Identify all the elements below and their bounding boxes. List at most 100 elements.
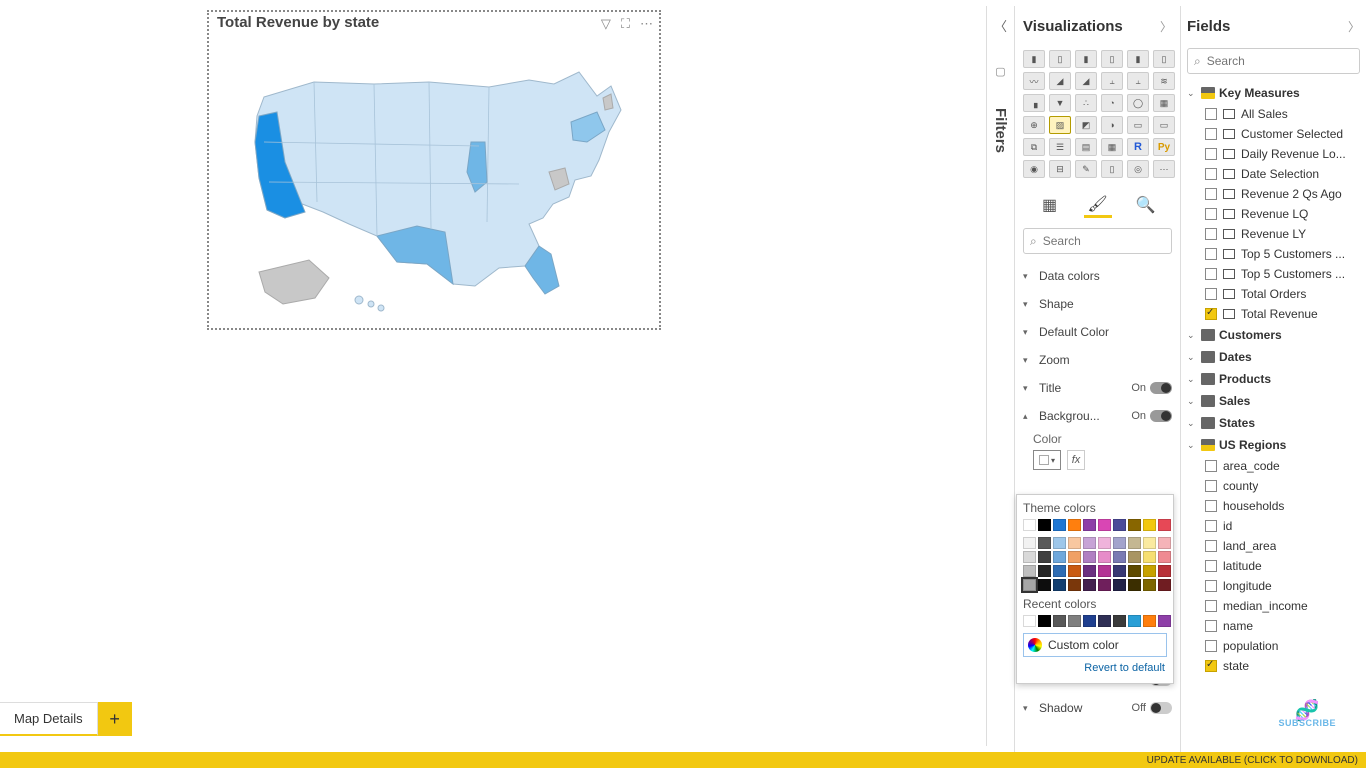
color-swatch[interactable] <box>1143 579 1156 591</box>
format-search[interactable]: ⌕ <box>1023 228 1172 254</box>
custom-color-button[interactable]: Custom color <box>1023 633 1167 657</box>
recent-color-swatch[interactable] <box>1053 615 1066 627</box>
color-swatch[interactable] <box>1143 551 1156 563</box>
section-shadow[interactable]: ▾Shadow Off <box>1023 694 1172 722</box>
fields-well-tab[interactable]: ▦ <box>1036 192 1064 218</box>
color-swatch[interactable] <box>1053 551 1066 563</box>
field-row[interactable]: area_code <box>1187 456 1360 476</box>
color-swatch[interactable] <box>1068 565 1081 577</box>
viz-line[interactable]: 〰 <box>1023 72 1045 90</box>
section-background[interactable]: ▴Backgrou... On <box>1023 402 1172 430</box>
viz-stacked-column[interactable]: ▮ <box>1075 50 1097 68</box>
section-zoom[interactable]: ▾Zoom <box>1023 346 1172 374</box>
section-data-colors[interactable]: ▾Data colors <box>1023 262 1172 290</box>
color-swatch[interactable] <box>1143 519 1156 531</box>
color-swatch[interactable] <box>1098 537 1111 549</box>
section-title[interactable]: ▾Title On <box>1023 374 1172 402</box>
recent-color-swatch[interactable] <box>1068 615 1081 627</box>
viz-stacked-bar[interactable]: ▮ <box>1023 50 1045 68</box>
color-swatch[interactable] <box>1113 519 1126 531</box>
table-row[interactable]: ⌄Sales <box>1187 390 1360 412</box>
field-checkbox[interactable] <box>1205 640 1217 652</box>
viz-clustered-bar[interactable]: ▯ <box>1049 50 1071 68</box>
fields-search-input[interactable] <box>1207 54 1362 68</box>
field-checkbox[interactable] <box>1205 560 1217 572</box>
field-row[interactable]: county <box>1187 476 1360 496</box>
color-swatch[interactable] <box>1098 519 1111 531</box>
viz-filled-map[interactable]: ▨ <box>1049 116 1071 134</box>
field-checkbox[interactable] <box>1205 580 1217 592</box>
viz-key-influencers[interactable]: ◉ <box>1023 160 1045 178</box>
viz-qna[interactable]: ✎ <box>1075 160 1097 178</box>
color-swatch[interactable] <box>1068 579 1081 591</box>
field-checkbox[interactable] <box>1205 540 1217 552</box>
format-search-input[interactable] <box>1043 234 1180 248</box>
viz-treemap[interactable]: ▦ <box>1153 94 1175 112</box>
viz-slicer[interactable]: ☰ <box>1049 138 1071 156</box>
color-swatch[interactable] <box>1113 579 1126 591</box>
color-swatch[interactable] <box>1128 519 1141 531</box>
recent-color-swatch[interactable] <box>1023 615 1036 627</box>
color-swatch[interactable] <box>1128 565 1141 577</box>
field-row[interactable]: land_area <box>1187 536 1360 556</box>
status-bar[interactable]: UPDATE AVAILABLE (CLICK TO DOWNLOAD) <box>0 752 1366 768</box>
background-toggle[interactable] <box>1150 410 1172 422</box>
viz-line-column[interactable]: ⫠ <box>1101 72 1123 90</box>
color-swatch[interactable] <box>1143 565 1156 577</box>
field-checkbox[interactable] <box>1205 128 1217 140</box>
recent-color-swatch[interactable] <box>1128 615 1141 627</box>
color-swatch[interactable] <box>1128 537 1141 549</box>
color-swatch[interactable] <box>1098 579 1111 591</box>
field-checkbox[interactable] <box>1205 308 1217 320</box>
viz-matrix[interactable]: ▦ <box>1101 138 1123 156</box>
viz-clustered-column[interactable]: ▯ <box>1101 50 1123 68</box>
field-checkbox[interactable] <box>1205 108 1217 120</box>
focus-mode-icon[interactable]: ⛶ <box>621 16 630 32</box>
add-page-button[interactable]: + <box>98 702 132 736</box>
viz-table[interactable]: ▤ <box>1075 138 1097 156</box>
color-swatch[interactable] <box>1083 565 1096 577</box>
recent-color-swatch[interactable] <box>1113 615 1126 627</box>
viz-100-column[interactable]: ▯ <box>1153 50 1175 68</box>
field-row[interactable]: name <box>1187 616 1360 636</box>
field-row[interactable]: median_income <box>1187 596 1360 616</box>
viz-donut[interactable]: ◯ <box>1127 94 1149 112</box>
filters-label[interactable]: Filters <box>992 108 1009 153</box>
table-row[interactable]: ⌄Customers <box>1187 324 1360 346</box>
viz-stacked-area[interactable]: ◢ <box>1075 72 1097 90</box>
color-swatch[interactable] <box>1023 579 1036 591</box>
expand-filters-icon[interactable]: 〈 <box>994 16 1007 35</box>
collapse-fields-icon[interactable]: 〉 <box>1348 18 1360 35</box>
viz-ribbon[interactable]: ≋ <box>1153 72 1175 90</box>
filter-icon[interactable]: ▽ <box>601 16 611 32</box>
viz-arcgis[interactable]: ◎ <box>1127 160 1149 178</box>
color-swatch[interactable] <box>1038 565 1051 577</box>
color-swatch[interactable] <box>1113 551 1126 563</box>
field-checkbox[interactable] <box>1205 188 1217 200</box>
viz-line-clustered[interactable]: ⫠ <box>1127 72 1149 90</box>
color-swatch[interactable] <box>1068 537 1081 549</box>
title-toggle[interactable] <box>1150 382 1172 394</box>
viz-scatter[interactable]: ∴ <box>1075 94 1097 112</box>
color-swatch[interactable] <box>1128 579 1141 591</box>
field-row[interactable]: Total Revenue <box>1187 304 1360 324</box>
field-row[interactable]: id <box>1187 516 1360 536</box>
color-swatch[interactable] <box>1158 519 1171 531</box>
color-swatch[interactable] <box>1098 565 1111 577</box>
field-row[interactable]: longitude <box>1187 576 1360 596</box>
color-swatch[interactable] <box>1053 579 1066 591</box>
viz-multi-card[interactable]: ▭ <box>1153 116 1175 134</box>
field-row[interactable]: Revenue 2 Qs Ago <box>1187 184 1360 204</box>
viz-paginated[interactable]: ▯ <box>1101 160 1123 178</box>
table-row[interactable]: ⌄Key Measures <box>1187 82 1360 104</box>
recent-color-swatch[interactable] <box>1083 615 1096 627</box>
viz-python[interactable]: Py <box>1153 138 1175 156</box>
color-swatch[interactable] <box>1053 565 1066 577</box>
field-row[interactable]: latitude <box>1187 556 1360 576</box>
table-row[interactable]: ⌄US Regions <box>1187 434 1360 456</box>
field-row[interactable]: Top 5 Customers ... <box>1187 244 1360 264</box>
more-options-icon[interactable]: ⋯ <box>640 16 653 32</box>
field-checkbox[interactable] <box>1205 600 1217 612</box>
table-row[interactable]: ⌄States <box>1187 412 1360 434</box>
field-row[interactable]: Daily Revenue Lo... <box>1187 144 1360 164</box>
